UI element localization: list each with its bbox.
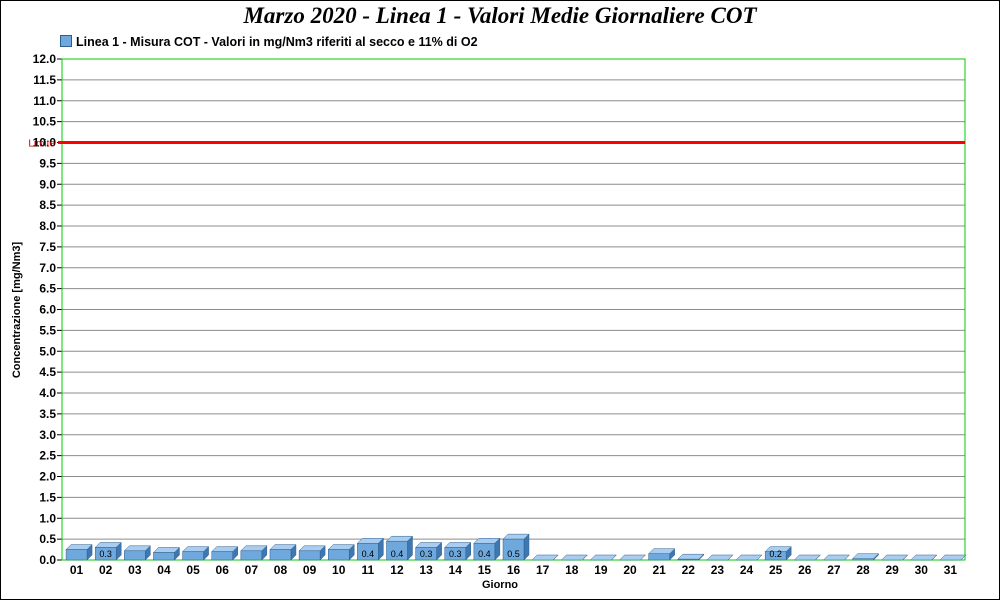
bar-top [618, 554, 647, 561]
x-tick-label: 10 [332, 563, 346, 577]
x-tick-label: 17 [536, 563, 550, 577]
y-tick-label: 9.0 [39, 177, 56, 191]
x-tick-label: 01 [70, 563, 84, 577]
x-tick-label: 12 [390, 563, 404, 577]
bar-top [793, 554, 821, 561]
x-tick-label: 08 [274, 563, 288, 577]
y-tick-label: 4.0 [39, 386, 56, 400]
x-tick-label: 13 [419, 563, 433, 577]
bar [852, 558, 874, 561]
data-label: 0.3 [99, 549, 112, 559]
x-tick-label: 05 [186, 563, 200, 577]
x-tick-label: 31 [944, 563, 958, 577]
y-tick-label: 8.0 [39, 219, 56, 233]
bar [240, 550, 263, 561]
y-tick-label: 11.5 [33, 73, 56, 87]
x-tick-label: 26 [798, 563, 812, 577]
x-tick-label: 11 [362, 563, 375, 577]
bar [211, 551, 233, 561]
x-tick-label: 27 [827, 563, 841, 577]
y-tick-label: 2.5 [39, 449, 56, 463]
y-tick-label: 2.0 [39, 470, 56, 484]
x-tick-label: 16 [507, 563, 521, 577]
data-label: 0.2 [769, 549, 782, 559]
x-tick-label: 06 [216, 563, 230, 577]
x-tick-label: 02 [99, 563, 113, 577]
y-tick-label: 3.5 [39, 407, 56, 421]
y-tick-label: 5.5 [39, 323, 56, 337]
bar-top [560, 554, 588, 561]
data-label: 0.4 [478, 549, 491, 559]
data-label: 0.4 [362, 549, 375, 559]
y-tick-label: 9.5 [39, 156, 56, 170]
y-tick-label: 8.5 [39, 198, 56, 212]
bar-top [910, 554, 938, 561]
y-tick-label: 10.5 [33, 115, 57, 129]
bar-top [735, 554, 763, 561]
data-label: 0.4 [391, 549, 404, 559]
bar-top [881, 554, 909, 561]
x-tick-label: 24 [740, 563, 754, 577]
bar [65, 549, 88, 561]
x-tick-label: 22 [682, 563, 696, 577]
x-tick-label: 21 [652, 563, 666, 577]
x-tick-label: 09 [303, 563, 317, 577]
bar-top [531, 554, 559, 561]
y-tick-label: 1.5 [39, 490, 56, 504]
bar-top [706, 554, 734, 561]
x-tick-label: 30 [915, 563, 929, 577]
y-tick-label: 7.0 [39, 261, 56, 275]
y-tick-label: 12.0 [33, 52, 57, 66]
data-label: 0.3 [420, 549, 433, 559]
x-tick-label: 19 [594, 563, 608, 577]
x-tick-label: 15 [478, 563, 492, 577]
bar [648, 553, 670, 561]
bar [124, 550, 146, 561]
x-tick-label: 04 [157, 563, 171, 577]
data-label: 0.3 [449, 549, 462, 559]
bar-top [939, 554, 967, 561]
y-tick-label: 0.0 [39, 553, 56, 567]
y-tick-label: 0.5 [39, 532, 56, 546]
y-tick-label: 4.5 [39, 365, 56, 379]
x-tick-label: 18 [565, 563, 579, 577]
bar [153, 552, 175, 561]
limit-label: Limite [28, 139, 55, 150]
y-tick-label: 1.0 [39, 511, 56, 525]
x-tick-label: 25 [769, 563, 783, 577]
y-tick-label: 6.5 [39, 282, 56, 296]
x-tick-label: 03 [128, 563, 142, 577]
x-tick-label: 28 [856, 563, 870, 577]
bar [327, 549, 350, 561]
y-tick-label: 6.0 [39, 303, 56, 317]
x-tick-label: 07 [245, 563, 259, 577]
bar-top [822, 554, 851, 561]
x-tick-label: 23 [711, 563, 725, 577]
bar [269, 549, 292, 561]
y-tick-label: 5.0 [39, 344, 56, 358]
x-tick-label: 29 [885, 563, 899, 577]
y-tick-label: 3.0 [39, 428, 56, 442]
bar-top [589, 554, 617, 561]
plot-area: 0.0 0.5 1.0 1.5 2.0 2.5 3.0 3.5 4.0 4.5 5.0 5.5 6.0 6… [28, 52, 967, 577]
y-tick-label: 7.5 [39, 240, 56, 254]
data-label: 0.5 [507, 549, 520, 559]
bar [677, 558, 700, 561]
bar [182, 551, 204, 561]
x-tick-label: 20 [623, 563, 637, 577]
bar [298, 550, 321, 561]
x-tick-label: 14 [449, 563, 463, 577]
y-tick-label: 11.0 [33, 94, 56, 108]
